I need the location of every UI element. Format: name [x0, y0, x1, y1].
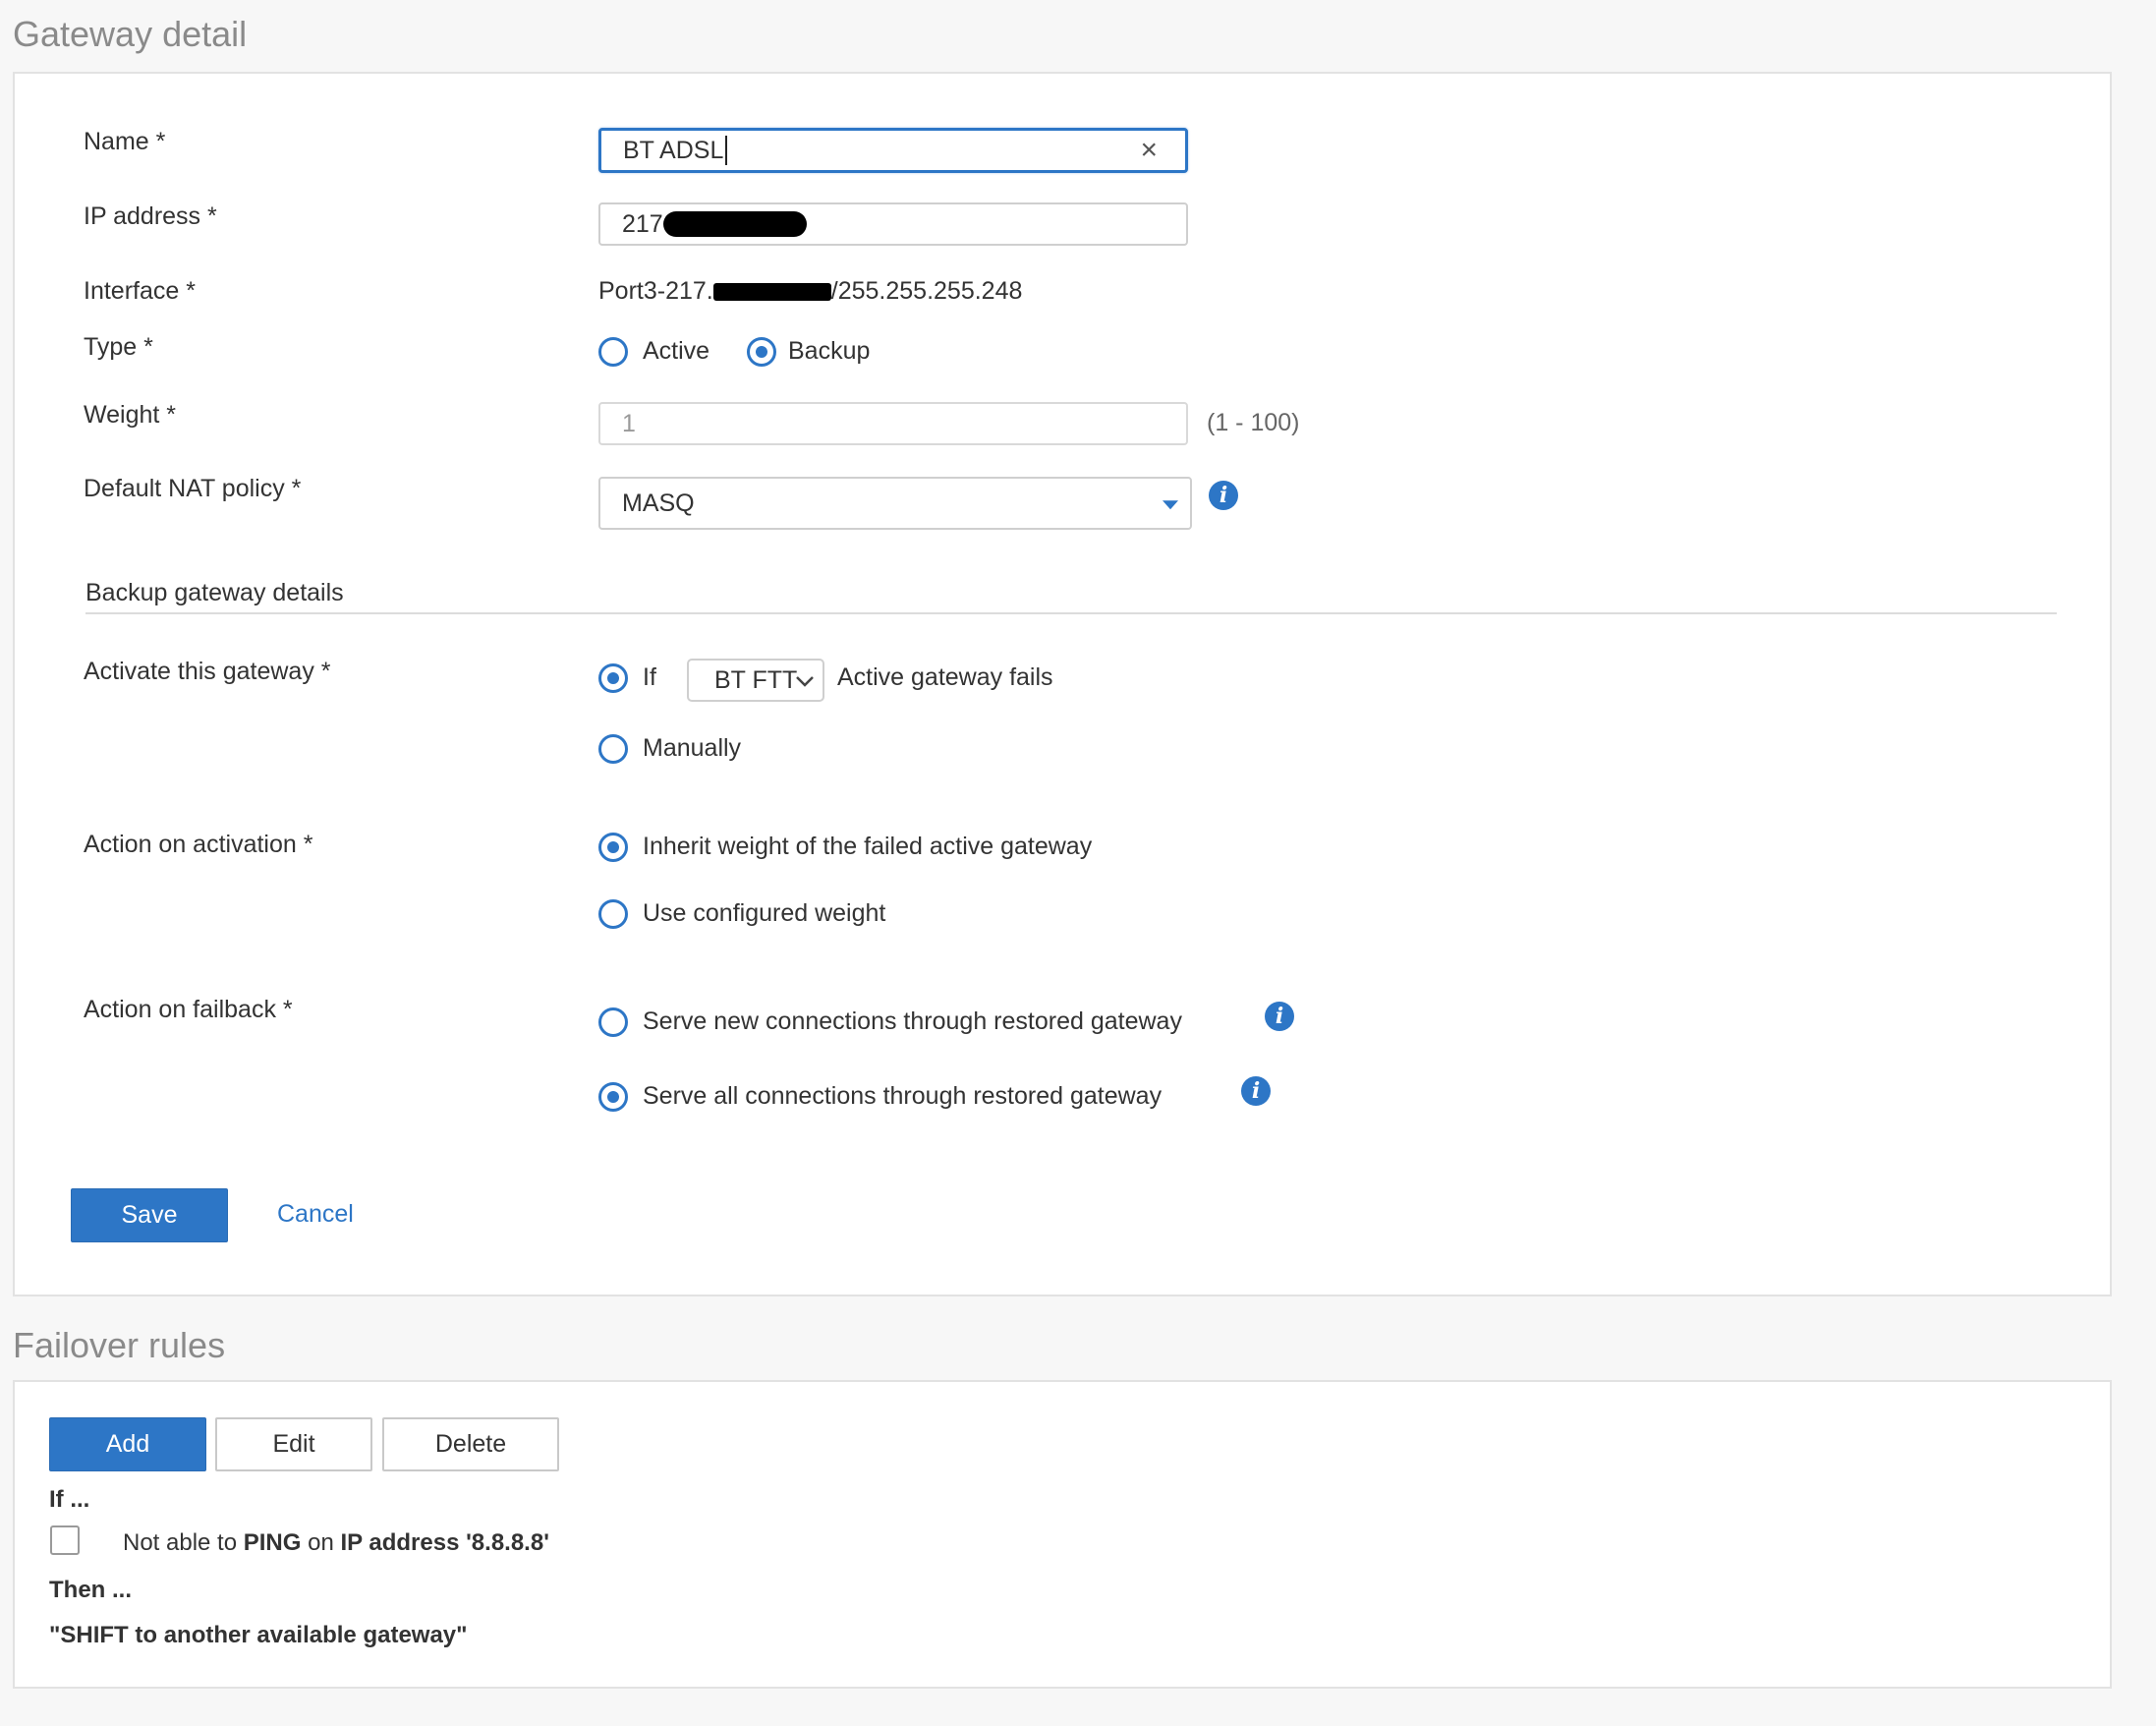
edit-button[interactable]: Edit	[215, 1417, 372, 1471]
failback-new-label[interactable]: Serve new connections through restored g…	[643, 1007, 1182, 1036]
rule-checkbox[interactable]	[50, 1525, 80, 1555]
cancel-link[interactable]: Cancel	[277, 1200, 354, 1229]
activate-manually-radio[interactable]	[598, 734, 628, 764]
backup-section-title: Backup gateway details	[85, 579, 344, 606]
redaction-mark	[662, 211, 807, 237]
rule-if-label: If ...	[49, 1486, 90, 1513]
nat-policy-value: MASQ	[622, 489, 695, 517]
interface-suffix: /255.255.255.248	[830, 277, 1023, 305]
ip-address-label: IP address *	[84, 202, 217, 230]
type-backup-label[interactable]: Backup	[788, 337, 870, 366]
activate-if-label[interactable]: If	[643, 663, 656, 692]
gateway-detail-panel: Name * BT ADSL × IP address * 217 Interf…	[13, 72, 2112, 1296]
failback-new-radio[interactable]	[598, 1007, 628, 1037]
text-caret	[725, 136, 728, 165]
active-gateway-select[interactable]: BT FTT	[687, 659, 824, 702]
weight-label: Weight *	[84, 401, 177, 429]
redaction-mark	[712, 282, 831, 301]
failover-rules-panel: Add Edit Delete If ... Not able to PING …	[13, 1380, 2112, 1689]
clear-icon[interactable]: ×	[1140, 136, 1158, 165]
ip-address-input[interactable]: 217	[598, 202, 1188, 246]
activate-gateway-label: Activate this gateway *	[84, 658, 331, 685]
weight-range-hint: (1 - 100)	[1207, 409, 1300, 436]
rule-then-action: "SHIFT to another available gateway"	[49, 1622, 468, 1648]
info-icon[interactable]: i	[1209, 481, 1238, 510]
interface-value: Port3-217. /255.255.255.248	[598, 277, 1022, 306]
activate-if-radio[interactable]	[598, 663, 628, 693]
name-label: Name *	[84, 128, 166, 155]
name-input-value: BT ADSL	[623, 136, 724, 164]
ip-address-value: 217	[622, 209, 663, 238]
interface-prefix: Port3-217.	[598, 277, 713, 305]
type-label: Type *	[84, 333, 153, 361]
type-active-label[interactable]: Active	[643, 337, 709, 366]
activation-inherit-radio[interactable]	[598, 833, 628, 862]
gateway-detail-title: Gateway detail	[13, 14, 248, 54]
chevron-down-icon	[796, 676, 814, 687]
save-button[interactable]: Save	[71, 1188, 228, 1242]
action-on-activation-label: Action on activation *	[84, 831, 313, 858]
activation-configured-radio[interactable]	[598, 899, 628, 929]
interface-label: Interface *	[84, 277, 196, 305]
info-icon[interactable]: i	[1241, 1076, 1271, 1106]
delete-button[interactable]: Delete	[382, 1417, 559, 1471]
rule-condition-text: Not able to PING on IP address '8.8.8.8'	[123, 1529, 549, 1556]
name-input[interactable]: BT ADSL ×	[598, 128, 1188, 173]
nat-policy-label: Default NAT policy *	[84, 475, 302, 502]
section-divider	[85, 612, 2057, 614]
weight-value: 1	[622, 409, 636, 437]
add-button[interactable]: Add	[49, 1417, 206, 1471]
rule-then-label: Then ...	[49, 1577, 132, 1603]
activate-fails-label: Active gateway fails	[837, 663, 1053, 691]
activate-manually-label[interactable]: Manually	[643, 734, 741, 763]
weight-input: 1	[598, 402, 1188, 445]
type-active-radio[interactable]	[598, 337, 628, 367]
active-gateway-value: BT FTT	[714, 665, 798, 694]
action-on-failback-label: Action on failback *	[84, 996, 293, 1023]
chevron-down-icon	[1163, 500, 1178, 510]
activation-configured-label[interactable]: Use configured weight	[643, 899, 885, 928]
failover-rules-title: Failover rules	[13, 1325, 226, 1365]
nat-policy-select[interactable]: MASQ	[598, 477, 1192, 530]
failback-all-radio[interactable]	[598, 1082, 628, 1112]
type-backup-radio[interactable]	[747, 337, 776, 367]
activation-inherit-label[interactable]: Inherit weight of the failed active gate…	[643, 833, 1092, 861]
failback-all-label[interactable]: Serve all connections through restored g…	[643, 1082, 1162, 1111]
info-icon[interactable]: i	[1265, 1002, 1294, 1031]
